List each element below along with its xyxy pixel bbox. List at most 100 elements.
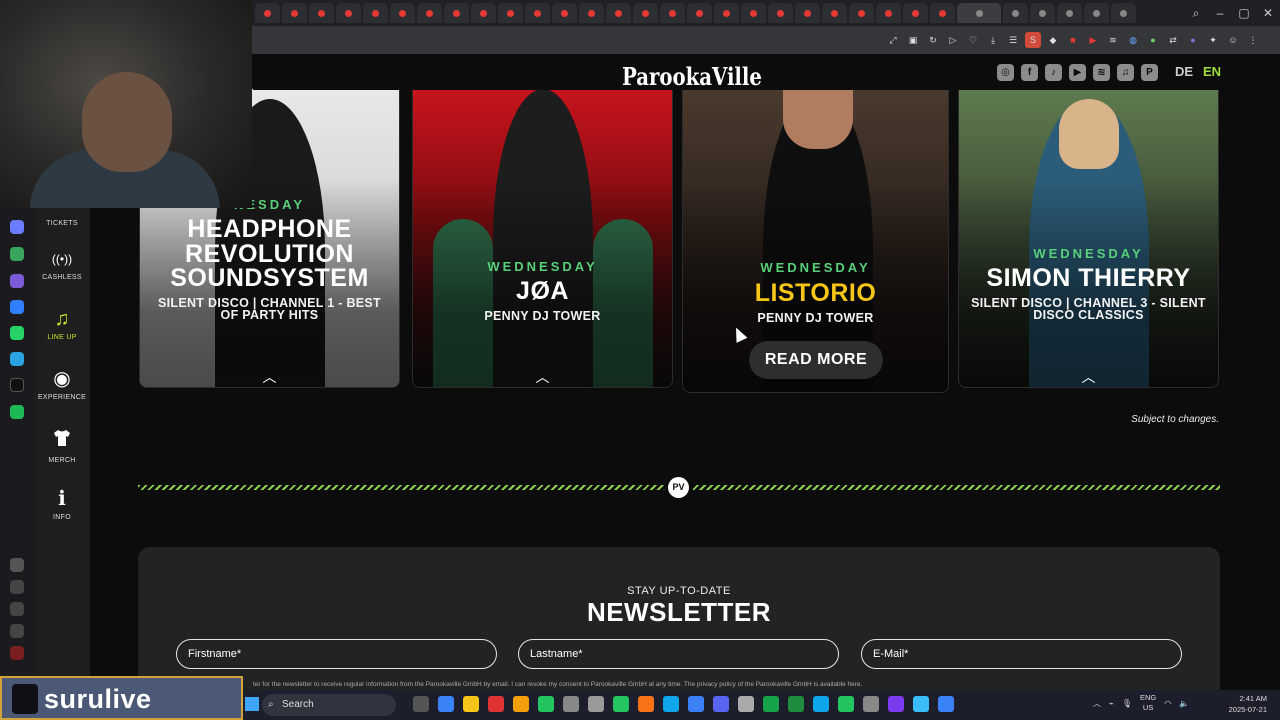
browser-tab[interactable]	[1003, 3, 1028, 23]
favorite-icon[interactable]	[10, 580, 24, 594]
instagram-icon[interactable]: ◎	[997, 64, 1014, 81]
search-tabs-icon[interactable]: ⌕	[1184, 0, 1208, 26]
browser-tab[interactable]	[903, 3, 928, 23]
language-en[interactable]: EN	[1203, 64, 1221, 79]
taskbar-app-icon[interactable]	[513, 696, 529, 712]
chevron-up-icon[interactable]: ︿	[261, 367, 279, 385]
email-field[interactable]: E-Mail*	[861, 639, 1182, 669]
whatsapp-app-icon[interactable]	[10, 326, 24, 340]
nav-experience[interactable]: ◉ EXPERIENCE	[34, 368, 90, 401]
telegram-app-icon[interactable]	[10, 352, 24, 366]
taskbar-app-icon[interactable]	[438, 696, 454, 712]
browser-tab[interactable]	[633, 3, 658, 23]
youtube-ext-icon[interactable]: ▶	[1085, 32, 1101, 48]
play-icon[interactable]: ▷	[945, 32, 961, 48]
lastname-field[interactable]: Lastname*	[518, 639, 839, 669]
browser-tab[interactable]	[417, 3, 442, 23]
browser-tab[interactable]	[390, 3, 415, 23]
browser-tab[interactable]	[579, 3, 604, 23]
browser-tab[interactable]	[849, 3, 874, 23]
browser-tab[interactable]	[741, 3, 766, 23]
browser-tab[interactable]	[255, 3, 280, 23]
browser-tab[interactable]	[822, 3, 847, 23]
arc-app-icon[interactable]	[10, 220, 24, 234]
image-icon[interactable]: ▣	[905, 32, 921, 48]
record-icon[interactable]: ■	[1065, 32, 1081, 48]
windows-start-icon[interactable]	[245, 697, 259, 711]
facebook-icon[interactable]: f	[1021, 64, 1038, 81]
messenger-app-icon[interactable]	[10, 300, 24, 314]
close-icon[interactable]: ✕	[1256, 0, 1280, 26]
read-more-button[interactable]: READ MORE	[749, 341, 883, 379]
x-app-icon[interactable]	[10, 378, 24, 392]
spotify-app-icon[interactable]	[10, 405, 24, 419]
nav-cashless[interactable]: ((•)) CASHLESS	[34, 248, 90, 281]
browser-tab[interactable]	[444, 3, 469, 23]
chatgpt-app-icon[interactable]	[10, 247, 24, 261]
taskbar-app-icon[interactable]	[788, 696, 804, 712]
taskbar-app-icon[interactable]	[563, 696, 579, 712]
tray-volume-icon[interactable]: 🔈	[1179, 699, 1189, 708]
grid-icon[interactable]	[10, 558, 24, 572]
tray-mic-icon[interactable]: 🎙	[1122, 699, 1132, 708]
browser-tab[interactable]	[498, 3, 523, 23]
heart-icon[interactable]: ♡	[965, 32, 981, 48]
more-apps-icon[interactable]	[10, 646, 24, 660]
taskbar-app-icon[interactable]	[938, 696, 954, 712]
browser-tab[interactable]	[336, 3, 361, 23]
discord-app-icon[interactable]	[10, 274, 24, 288]
download-icon[interactable]: ⤓	[985, 32, 1001, 48]
tray-wifi-icon[interactable]: ◠	[1164, 699, 1171, 708]
taskbar-app-icon[interactable]	[488, 696, 504, 712]
nav-tickets[interactable]: TICKETS	[34, 216, 90, 227]
browser-tab[interactable]	[714, 3, 739, 23]
artist-card-hovered[interactable]: WEDNESDAY LISTORIO PENNY DJ TOWER READ M…	[682, 88, 949, 393]
settings-icon[interactable]	[10, 624, 24, 638]
taskbar-app-icon[interactable]	[738, 696, 754, 712]
rss-icon[interactable]: ≋	[1105, 32, 1121, 48]
taskbar-app-icon[interactable]	[913, 696, 929, 712]
browser-tab[interactable]	[606, 3, 631, 23]
taskbar-app-icon[interactable]	[663, 696, 679, 712]
youtube-icon[interactable]: ▶	[1069, 64, 1086, 81]
artist-card[interactable]: WEDNESDAY JØA PENNY DJ TOWER ︿	[412, 88, 673, 388]
parookaville-icon[interactable]: P	[1141, 64, 1158, 81]
spotify-icon[interactable]: ≋	[1093, 64, 1110, 81]
profile-icon[interactable]: ☺	[1225, 32, 1241, 48]
tiktok-icon[interactable]: ♪	[1045, 64, 1062, 81]
browser-tab[interactable]	[876, 3, 901, 23]
translate-icon[interactable]: ⇄	[1165, 32, 1181, 48]
taskbar-app-icon[interactable]	[413, 696, 429, 712]
browser-tab[interactable]	[795, 3, 820, 23]
browser-tab[interactable]	[687, 3, 712, 23]
globe-icon[interactable]: ◍	[1125, 32, 1141, 48]
browser-tab[interactable]	[957, 3, 1001, 23]
history-icon[interactable]	[10, 602, 24, 616]
taskbar-app-icon[interactable]	[838, 696, 854, 712]
browser-tab[interactable]	[930, 3, 955, 23]
nav-lineup[interactable]: ♫ LINE UP	[34, 308, 90, 341]
chevron-up-icon[interactable]: ︿	[534, 367, 552, 385]
taskbar-app-icon[interactable]	[888, 696, 904, 712]
pin-icon[interactable]: ◆	[1045, 32, 1061, 48]
taskbar-app-icon[interactable]	[688, 696, 704, 712]
browser-tab[interactable]	[1084, 3, 1109, 23]
browser-tab[interactable]	[1111, 3, 1136, 23]
browser-tab[interactable]	[1030, 3, 1055, 23]
extension-s-icon[interactable]: S	[1025, 32, 1041, 48]
tray-chevron-icon[interactable]: ︿	[1093, 698, 1101, 709]
nav-info[interactable]: ℹ INFO	[34, 488, 90, 521]
menu-dots-icon[interactable]: ⋮	[1245, 32, 1261, 48]
screenshot-icon[interactable]: ⤢	[885, 32, 901, 48]
extension-green-icon[interactable]: ●	[1145, 32, 1161, 48]
maximize-icon[interactable]: ▢	[1232, 0, 1256, 26]
taskbar-app-icon[interactable]	[463, 696, 479, 712]
taskbar-app-icon[interactable]	[813, 696, 829, 712]
minimize-icon[interactable]: –	[1208, 0, 1232, 26]
browser-tab[interactable]	[309, 3, 334, 23]
taskbar-app-icon[interactable]	[638, 696, 654, 712]
tray-network-icon[interactable]: ⌁	[1109, 699, 1114, 708]
taskbar-app-icon[interactable]	[588, 696, 604, 712]
artist-card[interactable]: WEDNESDAY SIMON THIERRY SILENT DISCO | C…	[958, 88, 1219, 388]
browser-tab[interactable]	[525, 3, 550, 23]
